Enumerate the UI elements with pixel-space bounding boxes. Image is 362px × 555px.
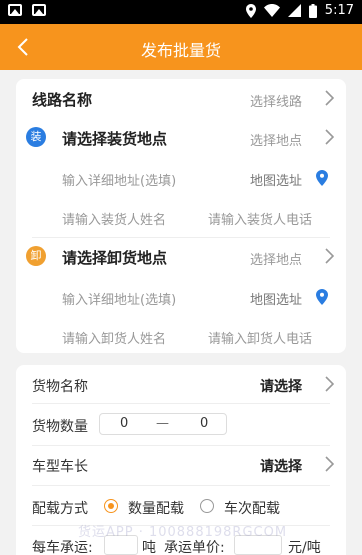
unloading-contact-row: 请输入卸货人姓名 请输入卸货人电话 bbox=[16, 325, 346, 349]
loading-map-action[interactable]: 地图选址 bbox=[250, 170, 302, 189]
address-card: 线路名称 选择线路 装 请选择装货地点 选择地点 输入详细地址(选填) 地图选址… bbox=[16, 79, 346, 353]
unloading-phone-input[interactable]: 请输入卸货人电话 bbox=[208, 328, 312, 347]
divider bbox=[32, 485, 330, 486]
image-icon bbox=[8, 4, 22, 16]
loading-name-input[interactable]: 请输入装货人姓名 bbox=[62, 209, 166, 228]
cargo-name-row[interactable]: 货物名称 请选择 bbox=[16, 369, 346, 399]
unloading-location-row[interactable]: 卸 请选择卸货地点 选择地点 bbox=[16, 242, 346, 270]
unloading-name-input[interactable]: 请输入卸货人姓名 bbox=[62, 328, 166, 347]
loading-address-input[interactable]: 输入详细地址(选填) bbox=[62, 170, 176, 189]
status-time: 5:17 bbox=[324, 3, 354, 18]
signal-icon bbox=[287, 4, 301, 17]
route-action[interactable]: 选择线路 bbox=[250, 91, 302, 110]
price-unit: 元/吨 bbox=[288, 540, 321, 555]
page-title: 发布批量货 bbox=[140, 41, 221, 60]
loading-badge: 装 bbox=[26, 127, 46, 147]
loading-contact-row: 请输入装货人姓名 请输入装货人电话 bbox=[16, 206, 346, 230]
status-bar: 5:17 bbox=[0, 0, 362, 24]
qty-max-input[interactable]: 0 bbox=[200, 416, 208, 431]
gallery-icon bbox=[32, 4, 46, 16]
loading-address-row: 输入详细地址(选填) 地图选址 bbox=[16, 167, 346, 191]
loading-phone-input[interactable]: 请输入装货人电话 bbox=[208, 209, 312, 228]
app-header: 发布批量货 bbox=[0, 24, 362, 70]
route-row[interactable]: 线路名称 选择线路 bbox=[16, 79, 346, 119]
unloading-map-action[interactable]: 地图选址 bbox=[250, 289, 302, 308]
qty-range-dash: — bbox=[156, 416, 169, 431]
wifi-icon bbox=[263, 4, 280, 17]
unloading-title: 请选择卸货地点 bbox=[62, 249, 168, 267]
unloading-address-row: 输入详细地址(选填) 地图选址 bbox=[16, 286, 346, 310]
unloading-select-action[interactable]: 选择地点 bbox=[250, 249, 302, 268]
cargo-qty-row: 货物数量 0 — 0 bbox=[16, 409, 346, 439]
chevron-right-icon bbox=[325, 248, 334, 264]
qty-range-field[interactable]: 0 — 0 bbox=[99, 413, 227, 435]
location-icon bbox=[245, 3, 256, 18]
vehicle-row[interactable]: 车型车长 请选择 bbox=[16, 449, 346, 479]
mode-label: 配载方式 bbox=[32, 501, 88, 517]
mode-row: 配载方式 数量配载 车次配载 bbox=[16, 491, 346, 521]
vehicle-label: 车型车长 bbox=[32, 459, 88, 475]
qty-min-input[interactable]: 0 bbox=[120, 416, 128, 431]
divider bbox=[32, 403, 330, 404]
mode-radio-trips[interactable] bbox=[200, 499, 214, 513]
mode-radio-quantity[interactable] bbox=[104, 499, 118, 513]
cargo-qty-label: 货物数量 bbox=[32, 419, 88, 435]
unloading-badge: 卸 bbox=[26, 246, 46, 266]
vehicle-value[interactable]: 请选择 bbox=[260, 456, 302, 476]
chevron-right-icon bbox=[325, 129, 334, 145]
battery-icon bbox=[308, 3, 317, 18]
divider bbox=[32, 237, 330, 238]
map-pin-icon[interactable] bbox=[316, 289, 328, 305]
chevron-right-icon bbox=[325, 376, 334, 392]
watermark: 货运APP · 100888198RGCOM bbox=[78, 525, 288, 540]
cargo-name-value[interactable]: 请选择 bbox=[260, 376, 302, 396]
chevron-right-icon bbox=[325, 456, 334, 472]
map-pin-icon[interactable] bbox=[316, 170, 328, 186]
loading-title: 请选择装货地点 bbox=[62, 130, 168, 148]
mode-option-trips[interactable]: 车次配载 bbox=[224, 498, 280, 518]
mode-option-quantity[interactable]: 数量配载 bbox=[128, 498, 184, 518]
divider bbox=[32, 445, 330, 446]
loading-select-action[interactable]: 选择地点 bbox=[250, 130, 302, 149]
cargo-name-label: 货物名称 bbox=[32, 379, 88, 395]
route-label: 线路名称 bbox=[32, 91, 93, 109]
loading-location-row[interactable]: 装 请选择装货地点 选择地点 bbox=[16, 123, 346, 151]
unloading-address-input[interactable]: 输入详细地址(选填) bbox=[62, 289, 176, 308]
chevron-right-icon bbox=[325, 90, 334, 106]
